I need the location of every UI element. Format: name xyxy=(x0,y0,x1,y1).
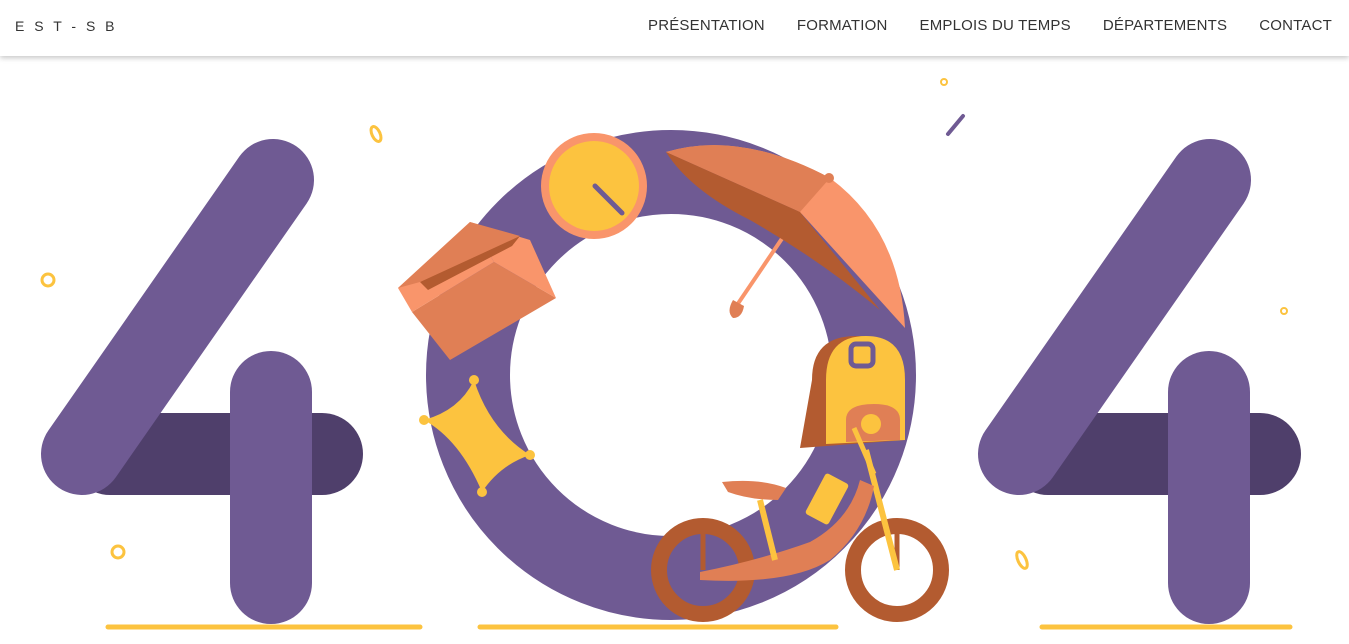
nav-item-formation: FORMATION xyxy=(797,17,888,35)
nav-menu: PRÉSENTATION FORMATION EMPLOIS DU TEMPS … xyxy=(648,17,1332,35)
backpack-icon xyxy=(800,336,905,448)
error-404-illustration xyxy=(40,78,1301,630)
nav-item-contact: CONTACT xyxy=(1259,17,1332,35)
digit-four-left xyxy=(41,139,363,624)
nav-link-presentation[interactable]: PRÉSENTATION xyxy=(648,17,765,34)
nav-item-emplois: EMPLOIS DU TEMPS xyxy=(920,17,1071,35)
clock-icon xyxy=(541,133,647,239)
umbrella-icon xyxy=(666,145,905,328)
nav-link-formation[interactable]: FORMATION xyxy=(797,17,888,34)
nav-link-contact[interactable]: CONTACT xyxy=(1259,17,1332,34)
nav-item-departements: DÉPARTEMENTS xyxy=(1103,17,1227,35)
digit-four-right xyxy=(978,139,1301,624)
nav-item-presentation: PRÉSENTATION xyxy=(648,17,765,35)
brand-logo[interactable]: E S T - S B xyxy=(15,18,118,34)
nav-link-emplois-du-temps[interactable]: EMPLOIS DU TEMPS xyxy=(920,17,1071,34)
nav-link-departements[interactable]: DÉPARTEMENTS xyxy=(1103,17,1227,34)
navbar: E S T - S B PRÉSENTATION FORMATION EMPLO… xyxy=(0,0,1349,56)
